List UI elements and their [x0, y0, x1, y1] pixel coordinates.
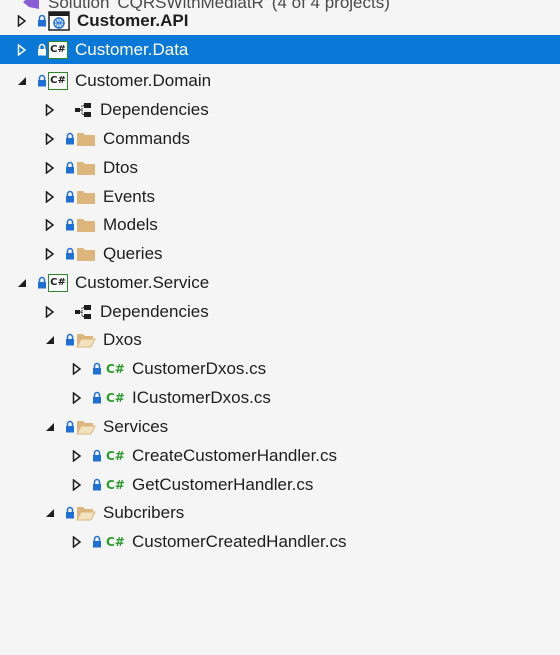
- folder-icon: [76, 215, 96, 235]
- tree-item-create-customer-handler-cs[interactable]: C# CreateCustomerHandler.cs: [0, 441, 560, 470]
- expand-expanded-icon[interactable]: [15, 276, 29, 290]
- expand-collapsed-icon[interactable]: [15, 14, 29, 28]
- csharp-project-icon: C#: [48, 71, 68, 91]
- csharp-file-icon: C#: [106, 448, 125, 463]
- csharp-project-icon: C#: [48, 40, 68, 60]
- lock-icon: [66, 218, 74, 231]
- tree-item-subcribers-folder[interactable]: Subcribers: [0, 498, 560, 527]
- tree-item-label: Dxos: [103, 330, 142, 349]
- dependencies-icon: [73, 302, 93, 322]
- tree-item-get-customer-handler-cs[interactable]: C# GetCustomerHandler.cs: [0, 470, 560, 499]
- tree-item-models-folder[interactable]: Models: [0, 210, 560, 239]
- tree-item-label: CreateCustomerHandler.cs: [132, 446, 338, 465]
- lock-icon: [66, 190, 74, 203]
- csharp-file-icon: C#: [106, 534, 125, 549]
- tree-item-label: Customer.Data: [75, 40, 189, 59]
- tree-item-label: Models: [103, 215, 158, 234]
- tree-item-services-folder[interactable]: Services: [0, 412, 560, 441]
- lock-icon: [93, 478, 101, 491]
- expand-collapsed-icon[interactable]: [43, 247, 57, 261]
- tree-item-label: Dependencies: [100, 302, 209, 321]
- expand-collapsed-icon[interactable]: [43, 103, 57, 117]
- lock-icon: [66, 132, 74, 145]
- expand-collapsed-icon[interactable]: [43, 218, 57, 232]
- lock-icon: [38, 14, 46, 27]
- expand-expanded-icon[interactable]: [43, 420, 57, 434]
- lock-icon: [66, 506, 74, 519]
- lock-icon: [93, 535, 101, 548]
- tree-item-label: Customer.API: [77, 11, 189, 30]
- expand-collapsed-icon[interactable]: [43, 190, 57, 204]
- tree-item-label: Dependencies: [100, 100, 209, 119]
- dependencies-icon: [73, 100, 93, 120]
- tree-item-queries-folder[interactable]: Queries: [0, 239, 560, 268]
- lock-icon: [93, 362, 101, 375]
- lock-icon: [93, 449, 101, 462]
- lock-icon: [38, 276, 46, 289]
- folder-open-icon: [76, 417, 96, 437]
- expand-collapsed-icon[interactable]: [43, 132, 57, 146]
- expand-expanded-icon[interactable]: [15, 74, 29, 88]
- csharp-file-icon: C#: [106, 390, 125, 405]
- folder-open-icon: [76, 503, 96, 523]
- expand-collapsed-icon[interactable]: [70, 449, 84, 463]
- tree-item-customer-api[interactable]: Customer.API: [0, 6, 560, 35]
- lock-icon: [66, 161, 74, 174]
- tree-item-customer-domain[interactable]: C# Customer.Domain: [0, 66, 560, 95]
- lock-icon: [66, 420, 74, 433]
- csharp-file-icon: C#: [106, 477, 125, 492]
- csharp-file-icon: C#: [106, 361, 125, 376]
- tree-item-customer-data[interactable]: C# Customer.Data: [0, 35, 560, 64]
- expand-collapsed-icon[interactable]: [15, 43, 29, 57]
- lock-icon: [93, 391, 101, 404]
- tree-item-dtos-folder[interactable]: Dtos: [0, 153, 560, 182]
- tree-item-customer-dxos-cs[interactable]: C# CustomerDxos.cs: [0, 354, 560, 383]
- tree-item-label: CustomerDxos.cs: [132, 359, 267, 378]
- folder-open-icon: [76, 330, 96, 350]
- expand-collapsed-icon[interactable]: [70, 478, 84, 492]
- tree-item-customer-created-handler-cs[interactable]: C# CustomerCreatedHandler.cs: [0, 527, 560, 556]
- folder-icon: [76, 187, 96, 207]
- folder-icon: [76, 158, 96, 178]
- tree-item-label: Dtos: [103, 158, 138, 177]
- expand-collapsed-icon[interactable]: [43, 161, 57, 175]
- tree-item-customer-service[interactable]: C# Customer.Service: [0, 268, 560, 297]
- tree-item-label: Customer.Service: [75, 273, 210, 292]
- tree-item-label: ICustomerDxos.cs: [132, 388, 271, 407]
- lock-icon: [38, 43, 46, 56]
- expand-collapsed-icon[interactable]: [43, 305, 57, 319]
- lock-icon: [38, 74, 46, 87]
- expand-expanded-icon[interactable]: [43, 333, 57, 347]
- tree-item-commands-folder[interactable]: Commands: [0, 124, 560, 153]
- tree-item-events-folder[interactable]: Events: [0, 182, 560, 211]
- solution-explorer-tree: Solution 'CQRSWithMediatR' (4 of 4 proje…: [0, 0, 560, 655]
- tree-item-label: Services: [103, 417, 169, 436]
- tree-item-icustomer-dxos-cs[interactable]: C# ICustomerDxos.cs: [0, 383, 560, 412]
- expand-expanded-icon[interactable]: [43, 506, 57, 520]
- tree-item-dxos-folder[interactable]: Dxos: [0, 325, 560, 354]
- tree-item-label: GetCustomerHandler.cs: [132, 475, 314, 494]
- tree-item-service-dependencies[interactable]: Dependencies: [0, 297, 560, 326]
- lock-icon: [66, 333, 74, 346]
- tree-item-label: Queries: [103, 244, 163, 263]
- csharp-project-icon: C#: [48, 273, 68, 293]
- tree-item-label: Subcribers: [103, 503, 185, 522]
- folder-icon: [76, 129, 96, 149]
- tree-item-domain-dependencies[interactable]: Dependencies: [0, 95, 560, 124]
- expand-collapsed-icon[interactable]: [70, 535, 84, 549]
- expand-collapsed-icon[interactable]: [70, 391, 84, 405]
- folder-icon: [76, 244, 96, 264]
- tree-item-label: CustomerCreatedHandler.cs: [132, 532, 347, 551]
- tree-item-label: Events: [103, 187, 155, 206]
- expand-collapsed-icon[interactable]: [70, 362, 84, 376]
- lock-icon: [66, 247, 74, 260]
- tree-item-label: Customer.Domain: [75, 71, 212, 90]
- tree-item-label: Commands: [103, 129, 190, 148]
- web-project-icon: [48, 10, 70, 31]
